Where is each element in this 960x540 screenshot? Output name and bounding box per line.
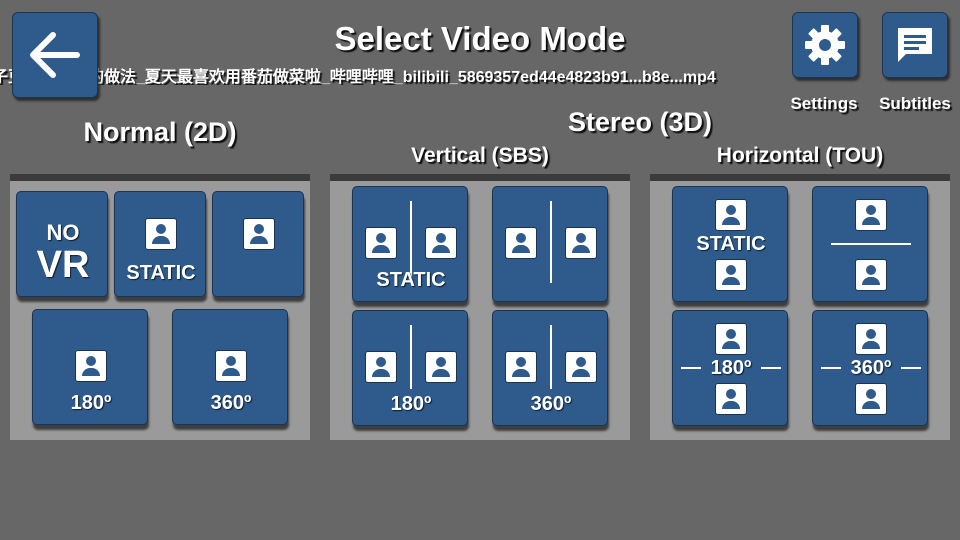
mode-2d-360-button[interactable]: 360º xyxy=(172,309,288,425)
deg360-label: 360º xyxy=(210,392,252,414)
person-image-icon xyxy=(365,351,397,383)
deg360-label: 360º xyxy=(530,393,572,415)
person-image-icon xyxy=(715,259,747,291)
tou-divider xyxy=(901,367,921,369)
horizontal-tou-title: Horizontal (TOU) xyxy=(716,144,884,167)
person-image-icon xyxy=(715,383,747,415)
static-label: STATIC xyxy=(126,262,196,284)
person-image-icon xyxy=(425,227,457,259)
subtitles-label: Subtitles xyxy=(879,94,951,113)
deg180-label: 180º xyxy=(70,392,112,414)
static-label: STATIC xyxy=(376,269,446,291)
mode-2d-180-button[interactable]: 180º xyxy=(32,309,148,425)
arrow-left-icon xyxy=(30,32,80,78)
person-image-icon xyxy=(855,323,887,355)
gear-icon xyxy=(805,25,845,65)
sbs-divider xyxy=(410,201,412,277)
deg180-label: 180º xyxy=(390,393,432,415)
sbs-divider xyxy=(550,201,552,283)
mode-tou-flat-button[interactable] xyxy=(812,186,928,302)
person-image-icon xyxy=(565,227,597,259)
person-image-icon xyxy=(715,323,747,355)
horizontal-tou-panel: STATIC 180º 360º xyxy=(650,174,950,440)
person-image-icon xyxy=(75,350,107,382)
normal-2d-title: Normal (2D) xyxy=(83,117,237,147)
subtitles-button[interactable] xyxy=(882,12,948,78)
person-image-icon xyxy=(365,227,397,259)
person-image-icon xyxy=(855,199,887,231)
mode-sbs-360-button[interactable]: 360º xyxy=(492,310,608,426)
sbs-divider xyxy=(410,325,412,389)
person-image-icon xyxy=(505,227,537,259)
tou-divider xyxy=(831,243,911,245)
person-image-icon xyxy=(505,351,537,383)
no-vr-line2: VR xyxy=(36,244,90,286)
vertical-sbs-panel: STATIC 180º 360º xyxy=(330,174,630,440)
mode-sbs-static-button[interactable]: STATIC xyxy=(352,186,468,302)
person-image-icon xyxy=(425,351,457,383)
person-image-icon xyxy=(855,383,887,415)
person-image-icon xyxy=(715,199,747,231)
mode-2d-static-button[interactable]: STATIC xyxy=(114,191,206,297)
back-button[interactable] xyxy=(12,12,98,98)
stereo-3d-title: Stereo (3D) xyxy=(567,107,713,137)
sbs-divider xyxy=(550,325,552,389)
mode-no-vr-button[interactable]: NO VR xyxy=(16,191,108,297)
vertical-sbs-title: Vertical (SBS) xyxy=(411,144,549,167)
tou-divider xyxy=(761,367,781,369)
static-label: STATIC xyxy=(696,233,766,255)
settings-label: Settings xyxy=(790,94,858,113)
mode-tou-360-button[interactable]: 360º xyxy=(812,310,928,426)
settings-button[interactable] xyxy=(792,12,858,78)
mode-sbs-flat-button[interactable] xyxy=(492,186,608,302)
no-vr-line1: NO xyxy=(46,220,80,245)
normal-2d-panel: NO VR STATIC 180º 360º xyxy=(10,174,310,440)
speech-bubble-icon xyxy=(898,28,932,62)
person-image-icon xyxy=(855,259,887,291)
mode-tou-static-button[interactable]: STATIC xyxy=(672,186,788,302)
mode-sbs-180-button[interactable]: 180º xyxy=(352,310,468,426)
person-image-icon xyxy=(243,218,275,250)
person-image-icon xyxy=(145,218,177,250)
person-image-icon xyxy=(215,350,247,382)
mode-2d-flat-button[interactable] xyxy=(212,191,304,297)
person-image-icon xyxy=(565,351,597,383)
mode-tou-180-button[interactable]: 180º xyxy=(672,310,788,426)
